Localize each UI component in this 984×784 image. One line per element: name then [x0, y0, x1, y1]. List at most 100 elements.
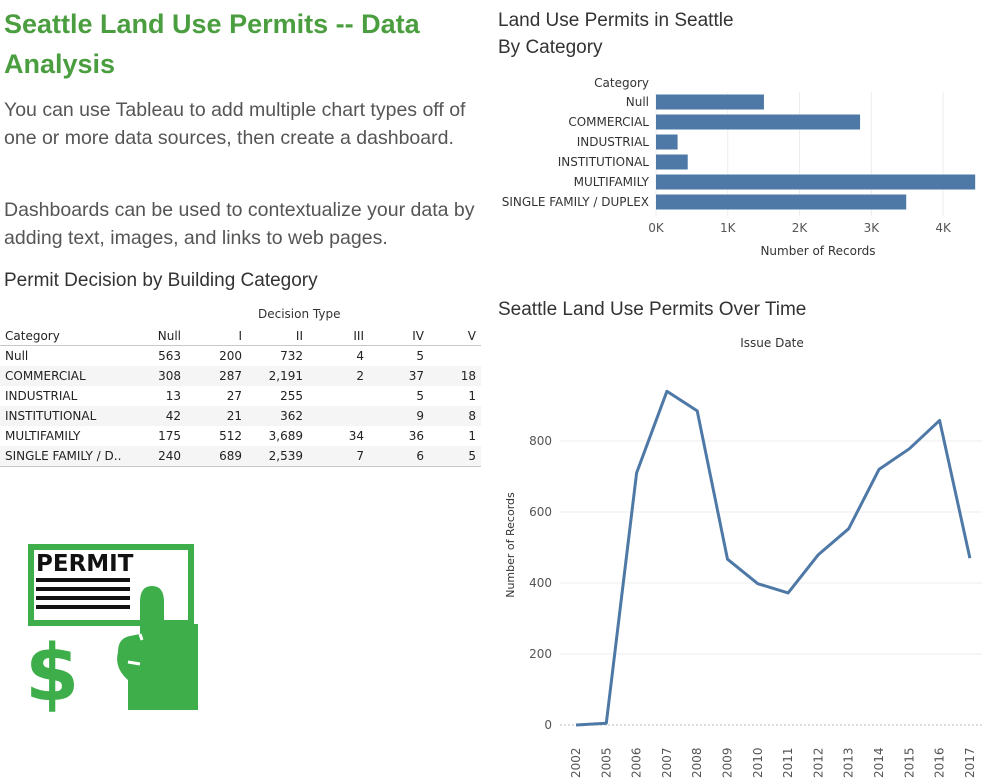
description-paragraph-2: Dashboards can be used to contextualize …	[4, 199, 475, 249]
bar-chart-title-line: By Category	[498, 37, 603, 58]
row-category: SINGLE FAMILY / D..	[0, 446, 138, 467]
table-cell: 362	[247, 406, 308, 426]
bar-category-label: Null	[626, 95, 649, 109]
line-x-tick-label: 2002	[569, 747, 583, 778]
table-cell	[308, 406, 369, 426]
bar-category-label: SINGLE FAMILY / DUPLEX	[502, 195, 649, 209]
row-category: MULTIFAMILY	[5, 429, 81, 443]
table-row[interactable]: INSTITUTIONAL 42 21 362 9 8	[0, 406, 481, 426]
table-cell: 1	[468, 429, 476, 443]
line-y-tick-label: 200	[529, 647, 552, 661]
line-x-tick-label: 2013	[842, 747, 856, 778]
line-x-tick-label: 2016	[933, 747, 947, 778]
line-y-tick-label: 400	[529, 576, 552, 590]
line-y-tick-label: 800	[529, 434, 552, 448]
table-cell	[308, 386, 369, 406]
line-y-tick-label: 600	[529, 505, 552, 519]
bar	[656, 174, 976, 190]
table-cell: 36	[408, 429, 424, 443]
table-cell: 18	[429, 366, 481, 386]
crosstab-title: Permit Decision by Building Category	[4, 270, 318, 291]
column-header[interactable]: III	[308, 326, 369, 346]
bar-x-tick-label: 2K	[792, 221, 809, 235]
table-cell: 5	[416, 349, 424, 363]
table-cell: 732	[280, 349, 303, 363]
line-y-tick-label: 0	[544, 718, 552, 732]
permits-over-time-chart[interactable]: Issue Date 0 200 400 600 800 Number of Recor…	[498, 330, 984, 784]
line-chart-title: Seattle Land Use Permits Over Time	[498, 299, 807, 320]
line-x-tick-label: 2008	[690, 747, 704, 778]
table-row[interactable]: COMMERCIAL 308 287 2,191 2 37 18	[0, 366, 481, 386]
permit-label: PERMIT	[36, 551, 134, 577]
line-x-tick-label: 2007	[660, 747, 674, 778]
column-header[interactable]: I	[186, 326, 247, 346]
bar	[656, 194, 907, 210]
table-cell: 2,191	[247, 366, 308, 386]
table-cell: 563	[158, 349, 181, 363]
table-cell: 1	[468, 389, 476, 403]
table-cell: 287	[186, 366, 247, 386]
table-cell: 9	[369, 406, 429, 426]
table-cell: 34	[348, 429, 364, 443]
permit-line	[36, 578, 130, 582]
table-cell: 200	[219, 349, 242, 363]
table-cell: 8	[429, 406, 481, 426]
description-paragraph-1: You can use Tableau to add multiple char…	[4, 99, 466, 149]
table-cell: 6	[369, 446, 429, 467]
table-cell: 512	[219, 429, 242, 443]
bar	[656, 134, 678, 150]
line-x-tick-label: 2017	[963, 747, 977, 778]
bar	[656, 154, 688, 170]
table-row[interactable]: Null 563 200 732 4 5	[0, 346, 481, 367]
line-x-tick-label: 2014	[872, 747, 886, 778]
table-row[interactable]: SINGLE FAMILY / D.. 240 689 2,539 7 6 5	[0, 446, 481, 467]
line-axis-header: Issue Date	[740, 336, 804, 350]
column-header[interactable]: Null	[138, 326, 186, 346]
line-y-axis-label: Number of Records	[504, 492, 517, 598]
line-x-tick-label: 2005	[599, 747, 613, 778]
permit-line	[36, 596, 130, 600]
table-cell: 3,689	[268, 429, 303, 443]
bar-category-label: INDUSTRIAL	[577, 135, 650, 149]
column-header[interactable]: II	[247, 326, 308, 346]
permit-decision-table: Category Null I II III IV V Null 563 200…	[0, 326, 481, 467]
table-cell: 689	[186, 446, 247, 467]
table-cell: 175	[158, 429, 181, 443]
table-cell: 5	[429, 446, 481, 467]
table-cell: 42	[138, 406, 186, 426]
bar-category-label: MULTIFAMILY	[574, 175, 650, 189]
bar-x-tick-label: 4K	[935, 221, 952, 235]
bar-axis-header: Category	[594, 76, 649, 90]
bar-x-tick-label: 3K	[864, 221, 881, 235]
line-x-tick-label: 2015	[902, 747, 916, 778]
bar-x-tick-label: 0K	[648, 221, 665, 235]
line-x-tick-label: 2010	[751, 747, 765, 778]
column-header[interactable]: V	[429, 326, 481, 346]
table-row[interactable]: INDUSTRIAL 13 27 255 5 1	[0, 386, 481, 406]
table-row[interactable]: MULTIFAMILY 175 512 3,689 34 36 1	[0, 426, 481, 446]
permit-line	[36, 605, 130, 609]
table-cell: 2	[308, 366, 369, 386]
bar	[656, 114, 861, 130]
bar-chart-title: Land Use Permits in Seattle By Category	[498, 7, 734, 61]
table-cell: 37	[369, 366, 429, 386]
column-header[interactable]: Category	[0, 326, 138, 346]
table-cell: 21	[186, 406, 247, 426]
permit-line	[36, 587, 130, 591]
table-cell: 308	[138, 366, 186, 386]
table-cell: 7	[308, 446, 369, 467]
bar-chart-title-line: Land Use Permits in Seattle	[498, 10, 734, 31]
table-cell: 240	[138, 446, 186, 467]
line-x-tick-label: 2011	[781, 747, 795, 778]
row-category: INSTITUTIONAL	[0, 406, 138, 426]
row-category: COMMERCIAL	[0, 366, 138, 386]
column-header[interactable]: IV	[369, 326, 429, 346]
category-bar-chart[interactable]: Category Null COMMERCIAL INDUSTRIAL INSTITU…	[498, 70, 982, 265]
table-cell	[429, 346, 481, 367]
line-x-tick-label: 2006	[630, 747, 644, 778]
table-cell: 2,539	[247, 446, 308, 467]
table-cell: 13	[165, 389, 181, 403]
bar-x-tick-label: 1K	[720, 221, 737, 235]
table-cell: 4	[356, 349, 364, 363]
dashboard-title: Seattle Land Use Permits -- Data Analysi…	[4, 9, 420, 79]
